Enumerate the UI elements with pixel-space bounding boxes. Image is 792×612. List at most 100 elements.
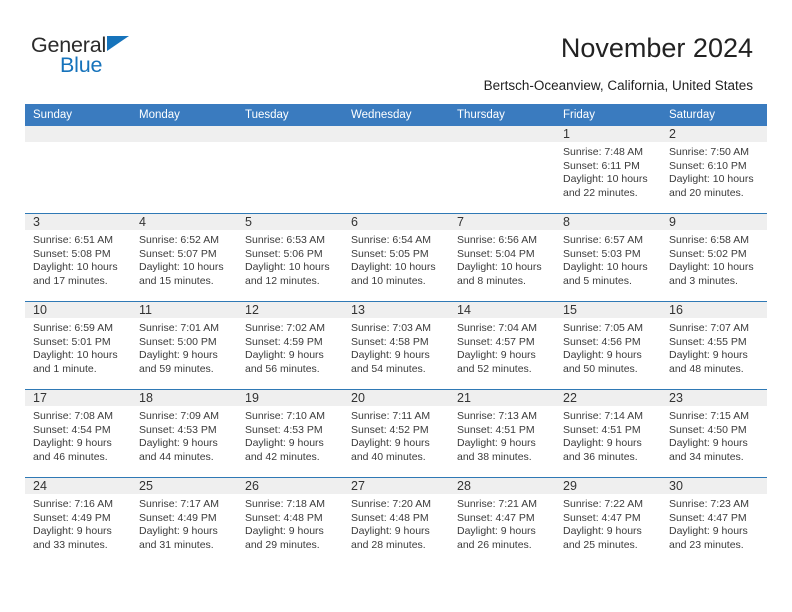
daylight-duration-line1: Daylight: 10 hours [669,261,754,274]
calendar-day-cell[interactable]: 15 Sunrise: 7:05 AM Sunset: 4:56 PM Dayligh… [555,301,661,390]
sunset-time: Sunset: 5:05 PM [351,247,429,260]
calendar-day-cell[interactable]: 28 Sunrise: 7:21 AM Sunset: 4:47 PM Dayligh… [449,477,555,565]
calendar-day-cell[interactable]: 8 Sunrise: 6:57 AM Sunset: 5:03 PM Daylight… [555,213,661,302]
sunrise-time: Sunrise: 7:17 AM [139,498,219,510]
calendar-day-cell[interactable]: 25 Sunrise: 7:17 AM Sunset: 4:49 PM Dayligh… [131,477,237,565]
daylight-duration-line2: and 54 minutes. [351,362,426,375]
daylight-duration-line2: and 22 minutes. [563,186,638,199]
sunset-time: Sunset: 5:08 PM [33,247,111,260]
calendar-day-cell[interactable]: 18 Sunrise: 7:09 AM Sunset: 4:53 PM Dayligh… [131,389,237,478]
daylight-duration-line1: Daylight: 9 hours [351,437,430,450]
sunrise-time: Sunrise: 7:13 AM [457,410,537,422]
calendar-day-cell[interactable]: 20 Sunrise: 7:11 AM Sunset: 4:52 PM Dayligh… [343,389,449,478]
sunset-time: Sunset: 4:57 PM [457,335,535,348]
calendar-day-cell[interactable]: 26 Sunrise: 7:18 AM Sunset: 4:48 PM Dayligh… [237,477,343,565]
day-sun-info: Sunrise: 7:03 AM Sunset: 4:58 PM Daylight:… [343,318,449,376]
calendar-day-cell[interactable]: 29 Sunrise: 7:22 AM Sunset: 4:47 PM Dayligh… [555,477,661,565]
sunrise-time: Sunrise: 7:23 AM [669,498,749,510]
brand-logo[interactable]: General Blue [31,33,211,85]
calendar-day-cell[interactable]: 5 Sunrise: 6:53 AM Sunset: 5:06 PM Daylight… [237,213,343,302]
sunrise-time: Sunrise: 7:11 AM [351,410,431,422]
daylight-duration-line2: and 33 minutes. [33,538,108,551]
day-sun-info: Sunrise: 6:56 AM Sunset: 5:04 PM Daylight:… [449,230,555,288]
calendar-day-cell[interactable]: 4 Sunrise: 6:52 AM Sunset: 5:07 PM Daylight… [131,213,237,302]
calendar-day-cell[interactable]: 9 Sunrise: 6:58 AM Sunset: 5:02 PM Daylight… [661,213,767,302]
calendar-day-cell[interactable]: 16 Sunrise: 7:07 AM Sunset: 4:55 PM Dayligh… [661,301,767,390]
day-number: 30 [661,478,767,494]
calendar-day-cell[interactable]: 1 Sunrise: 7:48 AM Sunset: 6:11 PM Daylight… [555,126,661,214]
calendar-day-cell[interactable]: 11 Sunrise: 7:01 AM Sunset: 5:00 PM Dayligh… [131,301,237,390]
sunset-time: Sunset: 4:49 PM [139,511,217,524]
daylight-duration-line2: and 25 minutes. [563,538,638,551]
day-number: 24 [25,478,131,494]
calendar-day-cell[interactable]: 2 Sunrise: 7:50 AM Sunset: 6:10 PM Daylight… [661,126,767,214]
sunrise-time: Sunrise: 7:10 AM [245,410,325,422]
day-sun-info: Sunrise: 7:17 AM Sunset: 4:49 PM Daylight:… [131,494,237,552]
daylight-duration-line1: Daylight: 10 hours [457,261,542,274]
sunrise-time: Sunrise: 7:14 AM [563,410,643,422]
calendar-day-cell[interactable]: 19 Sunrise: 7:10 AM Sunset: 4:53 PM Dayligh… [237,389,343,478]
calendar-day-cell[interactable]: 23 Sunrise: 7:15 AM Sunset: 4:50 PM Dayligh… [661,389,767,478]
sunrise-time: Sunrise: 6:52 AM [139,234,219,246]
day-sun-info: Sunrise: 7:16 AM Sunset: 4:49 PM Daylight:… [25,494,131,552]
day-number: 12 [237,302,343,318]
daylight-duration-line1: Daylight: 9 hours [139,525,218,538]
brand-logo-blue-text: Blue [60,53,103,77]
calendar-day-cell[interactable]: 17 Sunrise: 7:08 AM Sunset: 4:54 PM Dayligh… [25,389,131,478]
sunset-time: Sunset: 4:47 PM [563,511,641,524]
daylight-duration-line1: Daylight: 10 hours [245,261,330,274]
day-sun-info: Sunrise: 6:53 AM Sunset: 5:06 PM Daylight:… [237,230,343,288]
sunset-time: Sunset: 4:53 PM [245,423,323,436]
weekday-header-friday: Friday [555,104,661,126]
day-number: 27 [343,478,449,494]
calendar-day-cell[interactable]: 21 Sunrise: 7:13 AM Sunset: 4:51 PM Dayligh… [449,389,555,478]
daylight-duration-line2: and 23 minutes. [669,538,744,551]
calendar-day-cell[interactable]: 7 Sunrise: 6:56 AM Sunset: 5:04 PM Daylight… [449,213,555,302]
calendar-day-cell[interactable]: 27 Sunrise: 7:20 AM Sunset: 4:48 PM Dayligh… [343,477,449,565]
calendar-day-cell[interactable]: 12 Sunrise: 7:02 AM Sunset: 4:59 PM Dayligh… [237,301,343,390]
daylight-duration-line1: Daylight: 10 hours [669,173,754,186]
weekday-header-tuesday: Tuesday [237,104,343,126]
daylight-duration-line1: Daylight: 9 hours [457,349,536,362]
daylight-duration-line2: and 46 minutes. [33,450,108,463]
daylight-duration-line2: and 52 minutes. [457,362,532,375]
daylight-duration-line2: and 31 minutes. [139,538,214,551]
sunset-time: Sunset: 4:48 PM [351,511,429,524]
calendar-day-cell[interactable]: 6 Sunrise: 6:54 AM Sunset: 5:05 PM Daylight… [343,213,449,302]
daylight-duration-line2: and 20 minutes. [669,186,744,199]
sunset-time: Sunset: 4:50 PM [669,423,747,436]
daylight-duration-line1: Daylight: 10 hours [563,261,648,274]
day-number [449,126,555,142]
weekday-header-sunday: Sunday [25,104,131,126]
daylight-duration-line1: Daylight: 9 hours [669,525,748,538]
calendar-day-cell[interactable]: 24 Sunrise: 7:16 AM Sunset: 4:49 PM Dayligh… [25,477,131,565]
sunrise-time: Sunrise: 6:57 AM [563,234,643,246]
calendar-day-cell[interactable]: 22 Sunrise: 7:14 AM Sunset: 4:51 PM Dayligh… [555,389,661,478]
sunset-time: Sunset: 4:58 PM [351,335,429,348]
sunset-time: Sunset: 5:06 PM [245,247,323,260]
daylight-duration-line1: Daylight: 9 hours [33,437,112,450]
day-number [237,126,343,142]
day-number: 7 [449,214,555,230]
calendar-day-cell[interactable]: 14 Sunrise: 7:04 AM Sunset: 4:57 PM Dayligh… [449,301,555,390]
sunrise-time: Sunrise: 6:56 AM [457,234,537,246]
day-number: 22 [555,390,661,406]
calendar-week-row: 1 Sunrise: 7:48 AM Sunset: 6:11 PM Daylight… [25,126,767,214]
day-number: 25 [131,478,237,494]
day-sun-info: Sunrise: 7:01 AM Sunset: 5:00 PM Daylight:… [131,318,237,376]
calendar-day-cell[interactable]: 13 Sunrise: 7:03 AM Sunset: 4:58 PM Dayligh… [343,301,449,390]
calendar-day-cell[interactable]: 3 Sunrise: 6:51 AM Sunset: 5:08 PM Daylight… [25,213,131,302]
sunset-time: Sunset: 6:11 PM [563,159,640,172]
sunrise-time: Sunrise: 6:54 AM [351,234,431,246]
sunset-time: Sunset: 5:04 PM [457,247,535,260]
calendar-cell-empty [237,126,343,214]
day-sun-info: Sunrise: 7:02 AM Sunset: 4:59 PM Daylight:… [237,318,343,376]
daylight-duration-line1: Daylight: 9 hours [563,437,642,450]
sunrise-time: Sunrise: 7:08 AM [33,410,113,422]
calendar-body: 1 Sunrise: 7:48 AM Sunset: 6:11 PM Daylight… [25,126,767,565]
day-number: 10 [25,302,131,318]
calendar-day-cell[interactable]: 30 Sunrise: 7:23 AM Sunset: 4:47 PM Dayligh… [661,477,767,565]
calendar-day-cell[interactable]: 10 Sunrise: 6:59 AM Sunset: 5:01 PM Dayligh… [25,301,131,390]
day-number [343,126,449,142]
daylight-duration-line2: and 8 minutes. [457,274,526,287]
